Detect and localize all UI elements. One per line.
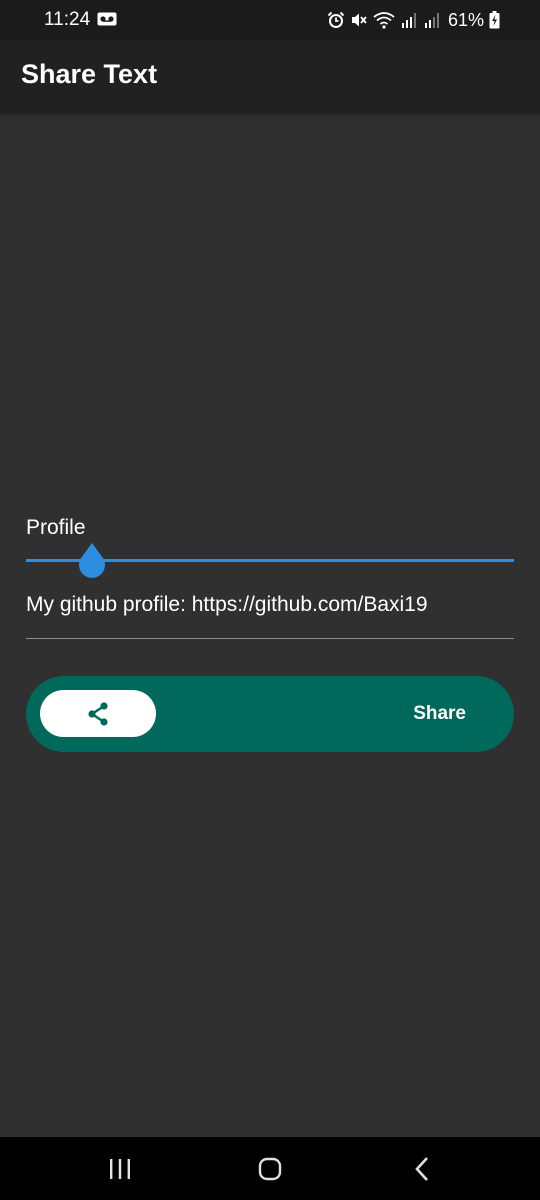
- recent-apps-icon: [110, 1159, 130, 1179]
- app-bar: Share Text: [0, 40, 540, 113]
- back-button[interactable]: [402, 1153, 442, 1185]
- home-button[interactable]: [250, 1153, 290, 1185]
- share-text-field[interactable]: My github profile: https://github.com/Ba…: [26, 588, 514, 639]
- profile-slider[interactable]: [26, 540, 514, 580]
- voicemail-icon: [97, 12, 117, 26]
- share-icon-button[interactable]: [40, 690, 156, 737]
- signal-icon: [401, 13, 416, 28]
- share-icon: [88, 701, 108, 726]
- share-text-value[interactable]: My github profile: https://github.com/Ba…: [26, 593, 428, 617]
- status-icons: 61%: [327, 8, 500, 32]
- recent-apps-button[interactable]: [100, 1153, 140, 1185]
- wifi-icon: [373, 12, 395, 29]
- mute-icon: [351, 13, 367, 27]
- alarm-icon: [327, 11, 345, 28]
- home-icon: [258, 1157, 282, 1181]
- slider-label: Profile: [26, 516, 86, 539]
- back-icon: [415, 1157, 428, 1181]
- battery-percent: 61%: [447, 9, 484, 30]
- share-action-bar[interactable]: Share: [26, 676, 514, 752]
- signal-icon: [424, 13, 439, 28]
- status-bar: 11:24 61%: [0, 0, 540, 40]
- slider-thumb[interactable]: [78, 543, 106, 578]
- status-time: 11:24: [44, 9, 91, 30]
- page-title: Share Text: [21, 59, 158, 89]
- battery-charging-icon: [489, 11, 500, 29]
- share-button-label[interactable]: Share: [413, 703, 466, 725]
- system-nav-bar: [0, 1137, 540, 1200]
